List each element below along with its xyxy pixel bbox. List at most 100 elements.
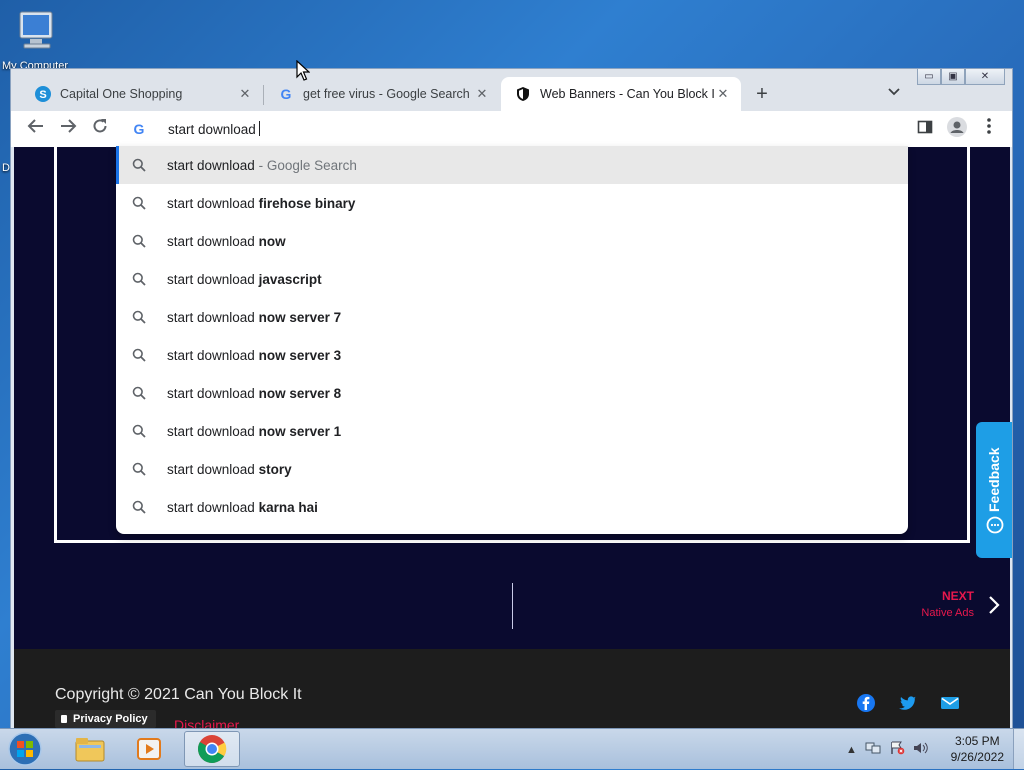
windows-logo-icon bbox=[8, 732, 42, 766]
suggestion-completion: now server 8 bbox=[258, 385, 342, 401]
suggestion-completion: now server 3 bbox=[258, 347, 342, 363]
suggestion-item[interactable]: start download javascript bbox=[116, 260, 908, 298]
tab-capital-one[interactable]: S Capital One Shopping ✕ bbox=[21, 77, 263, 111]
text-caret bbox=[258, 121, 260, 136]
search-icon bbox=[132, 462, 150, 476]
search-icon bbox=[132, 500, 150, 514]
feedback-tab[interactable]: Feedback bbox=[976, 422, 1012, 558]
tab-title: Capital One Shopping bbox=[60, 87, 183, 101]
chevron-right-icon[interactable] bbox=[988, 595, 1000, 621]
suggestion-item[interactable]: start download now server 8 bbox=[116, 374, 908, 412]
suggestion-completion: javascript bbox=[258, 271, 322, 287]
search-icon bbox=[132, 310, 150, 324]
search-icon bbox=[132, 196, 150, 210]
minimize-button[interactable]: ▭ bbox=[917, 69, 941, 85]
taskbar-explorer[interactable] bbox=[62, 731, 118, 767]
twitter-icon[interactable] bbox=[898, 693, 918, 713]
next-post-label[interactable]: NEXT bbox=[942, 589, 974, 603]
clock-time: 3:05 PM bbox=[954, 734, 1000, 748]
restore-button[interactable]: ▣ bbox=[941, 69, 965, 85]
network-icon[interactable] bbox=[865, 741, 881, 758]
back-arrow-icon bbox=[27, 119, 43, 133]
profile-avatar-icon bbox=[947, 117, 967, 137]
capital-one-icon: S bbox=[35, 86, 51, 102]
post-nav-divider bbox=[512, 583, 513, 629]
tab-title: Web Banners - Can You Block It ? bbox=[540, 87, 715, 101]
google-icon: G bbox=[131, 121, 147, 140]
copyright-text: Copyright © 2021 Can You Block It bbox=[55, 686, 302, 703]
mail-icon[interactable] bbox=[940, 693, 960, 713]
volume-icon[interactable] bbox=[913, 741, 929, 758]
feedback-label: Feedback bbox=[986, 447, 1002, 512]
suggestion-item[interactable]: start download - Google Search bbox=[116, 146, 908, 184]
privacy-policy-link[interactable]: Privacy Policy bbox=[55, 710, 156, 728]
system-clock[interactable]: 3:05 PM 9/26/2022 bbox=[951, 733, 1004, 765]
suggestion-prefix: start download bbox=[167, 309, 255, 325]
clock-date: 9/26/2022 bbox=[950, 750, 1004, 764]
suggestion-prefix: start download bbox=[167, 423, 255, 439]
browser-toolbar: G start download bbox=[11, 111, 1012, 147]
reload-icon bbox=[93, 119, 107, 133]
tray-expand-icon[interactable]: ▲ bbox=[846, 744, 857, 756]
suggestion-item[interactable]: start download firehose binary bbox=[116, 184, 908, 222]
omnibox[interactable]: G start download bbox=[117, 111, 909, 147]
search-icon bbox=[132, 424, 150, 438]
shield-icon bbox=[515, 86, 531, 102]
action-center-flag-icon[interactable] bbox=[889, 741, 905, 758]
kebab-menu-icon bbox=[987, 118, 991, 134]
search-icon bbox=[132, 272, 150, 286]
profile-button[interactable] bbox=[945, 117, 969, 141]
new-tab-button[interactable]: + bbox=[751, 83, 773, 105]
suggestion-completion: firehose binary bbox=[258, 195, 356, 211]
computer-icon bbox=[19, 11, 53, 49]
side-panel-icon bbox=[917, 120, 933, 134]
show-desktop-button[interactable] bbox=[1013, 729, 1024, 769]
suggestion-item[interactable]: start download now server 3 bbox=[116, 336, 908, 374]
suggestion-completion: story bbox=[258, 461, 292, 477]
svg-text:G: G bbox=[134, 121, 145, 137]
suggestion-prefix: start download bbox=[167, 271, 255, 287]
suggestion-completion: karna hai bbox=[258, 499, 318, 515]
search-icon bbox=[132, 386, 150, 400]
folder-icon bbox=[75, 738, 105, 762]
suggestion-prefix: start download bbox=[167, 385, 255, 401]
side-panel-button[interactable] bbox=[913, 117, 937, 141]
suggestion-dash: - bbox=[254, 157, 267, 173]
start-button[interactable] bbox=[6, 731, 46, 767]
my-computer-desktop-icon[interactable]: My Computer bbox=[0, 8, 80, 74]
tab-search-chevron-icon[interactable] bbox=[887, 85, 901, 100]
privacy-policy-label: Privacy Policy bbox=[73, 713, 148, 725]
tab-title: get free virus - Google Search bbox=[303, 87, 470, 101]
forward-arrow-icon bbox=[61, 119, 77, 133]
close-tab-icon[interactable]: ✕ bbox=[474, 86, 490, 102]
chrome-menu-button[interactable] bbox=[977, 117, 1001, 141]
windows-taskbar: ▲ 3:05 PM 9/26/2022 bbox=[0, 728, 1024, 769]
close-tab-icon[interactable]: ✕ bbox=[237, 86, 253, 102]
taskbar-media-player[interactable] bbox=[122, 731, 178, 767]
media-player-icon bbox=[137, 738, 161, 760]
suggestion-item[interactable]: start download now bbox=[116, 222, 908, 260]
chrome-icon bbox=[198, 735, 227, 763]
reload-button[interactable] bbox=[88, 117, 112, 141]
chat-bubble-icon bbox=[986, 516, 1004, 534]
site-footer: Copyright © 2021 Can You Block It Privac… bbox=[14, 649, 1010, 729]
suggestion-item[interactable]: start download karna hai bbox=[116, 488, 908, 526]
suggestion-prefix: start download bbox=[167, 347, 255, 363]
search-icon bbox=[132, 158, 150, 172]
tab-web-banners[interactable]: Web Banners - Can You Block It ? ✕ bbox=[501, 77, 741, 111]
next-post-title[interactable]: Native Ads bbox=[921, 607, 974, 619]
suggestion-item[interactable]: start download now server 1 bbox=[116, 412, 908, 450]
suggestion-prefix: start download bbox=[167, 461, 255, 477]
taskbar-chrome[interactable] bbox=[184, 731, 240, 767]
omnibox-suggestions-dropdown: start download - Google Search start dow… bbox=[116, 146, 908, 534]
desktop-partial-label: D bbox=[2, 162, 10, 174]
close-window-button[interactable]: ✕ bbox=[965, 69, 1005, 85]
close-tab-icon[interactable]: ✕ bbox=[715, 86, 731, 102]
facebook-icon[interactable] bbox=[856, 693, 876, 713]
omnibox-input[interactable]: start download bbox=[168, 121, 260, 137]
back-button[interactable] bbox=[24, 117, 48, 141]
svg-text:S: S bbox=[39, 89, 46, 101]
suggestion-item[interactable]: start download story bbox=[116, 450, 908, 488]
suggestion-item[interactable]: start download now server 7 bbox=[116, 298, 908, 336]
forward-button[interactable] bbox=[56, 117, 80, 141]
